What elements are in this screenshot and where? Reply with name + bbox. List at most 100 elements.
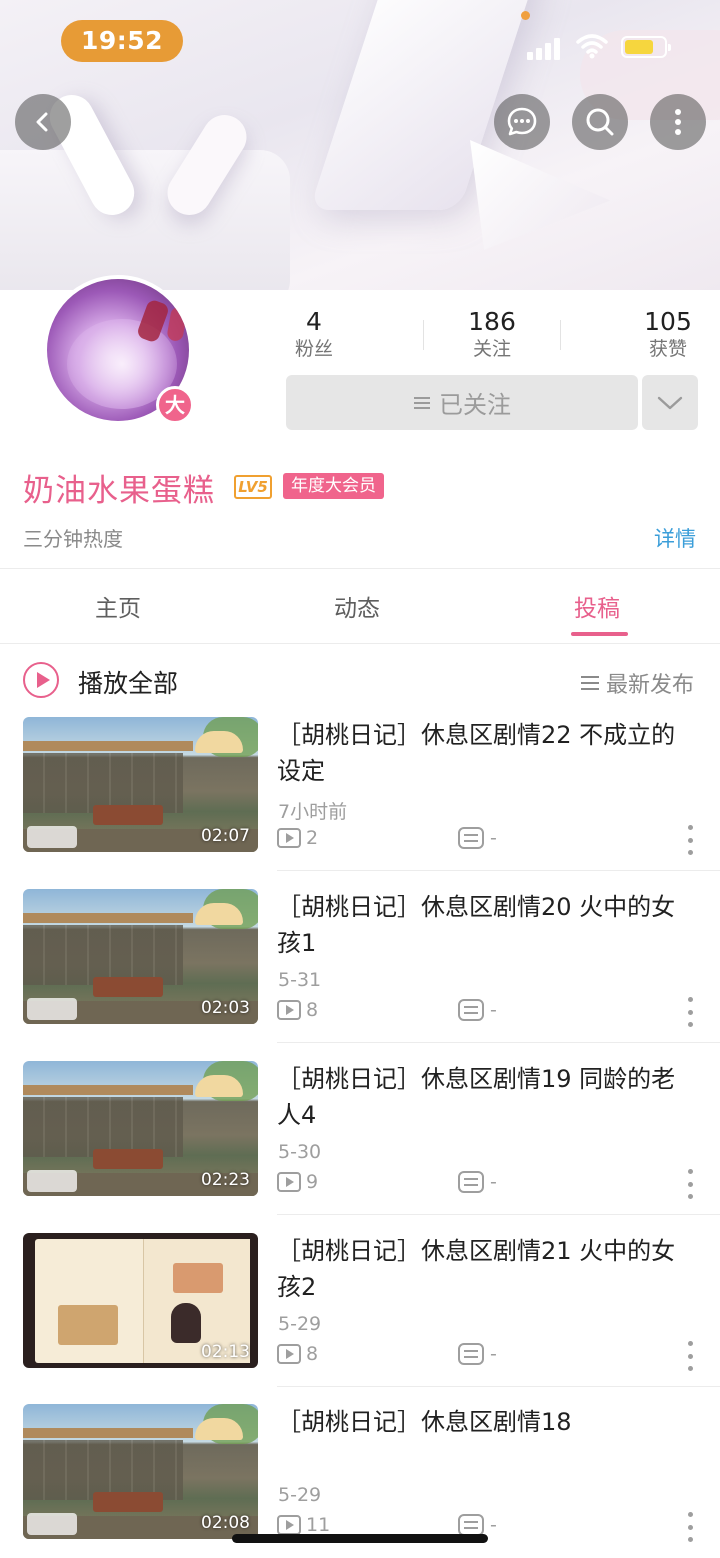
play-count-icon	[277, 1344, 301, 1364]
search-icon	[586, 108, 614, 136]
level-badge: LV5	[234, 475, 272, 499]
play-count: 11	[277, 1514, 330, 1536]
sort-button[interactable]: 最新发布	[580, 667, 694, 699]
stat-label: 关注	[472, 338, 511, 360]
play-count: 8	[277, 999, 318, 1021]
banner-play-shape	[470, 140, 610, 250]
battery-icon	[621, 36, 671, 58]
video-more-button[interactable]	[680, 1169, 700, 1199]
follow-dropdown-button[interactable]	[642, 375, 698, 430]
status-time: 19:52	[61, 20, 183, 62]
sort-label: 最新发布	[605, 673, 694, 698]
danmaku-icon	[458, 1171, 484, 1193]
video-more-button[interactable]	[680, 825, 700, 855]
video-title[interactable]: ［胡桃日记］休息区剧情20 火中的女孩1	[277, 889, 697, 961]
danmaku-count-value: -	[490, 1514, 497, 1536]
video-thumbnail[interactable]: 02:08	[23, 1404, 258, 1539]
video-date: 7小时前	[278, 801, 348, 823]
video-item[interactable]: 02:23 ［胡桃日记］休息区剧情19 同龄的老人4 5-30 9 -	[0, 1061, 720, 1233]
video-duration: 02:13	[201, 1342, 250, 1362]
chevron-down-icon	[657, 396, 683, 409]
play-count: 9	[277, 1171, 318, 1193]
danmaku-icon	[458, 999, 484, 1021]
video-title[interactable]: ［胡桃日记］休息区剧情19 同龄的老人4	[277, 1061, 697, 1133]
followed-button[interactable]: 已关注	[286, 375, 638, 430]
stat-value: 105	[644, 307, 692, 336]
play-count-icon	[277, 828, 301, 848]
video-date: 5-29	[278, 1484, 322, 1506]
back-arrow-icon	[36, 112, 48, 132]
video-item[interactable]: 02:07 ［胡桃日记］休息区剧情22 不成立的设定 7小时前 2 -	[0, 717, 720, 889]
video-date: 5-29	[278, 1313, 322, 1335]
play-all-button[interactable]: 播放全部	[78, 664, 178, 700]
danmaku-count-value: -	[490, 1343, 497, 1365]
danmaku-count: -	[458, 1171, 497, 1193]
menu-lines-icon	[414, 396, 430, 409]
vip-avatar-badge: 大	[156, 386, 194, 424]
danmaku-icon	[458, 1343, 484, 1365]
danmaku-icon	[458, 1514, 484, 1536]
vip-tag[interactable]: 年度大会员	[283, 473, 384, 499]
sort-lines-icon	[580, 676, 599, 690]
play-count-value: 8	[306, 1343, 319, 1365]
cellular-signal-icon	[527, 36, 563, 60]
play-count-icon	[277, 1000, 301, 1020]
chat-bubble-icon	[507, 107, 537, 136]
bio-text: 三分钟热度	[23, 527, 123, 551]
danmaku-count-value: -	[490, 827, 497, 849]
video-thumbnail[interactable]: 02:13	[23, 1233, 258, 1368]
video-title[interactable]: ［胡桃日记］休息区剧情21 火中的女孩2	[277, 1233, 697, 1305]
profile-stats: 4 粉丝 186 关注 105 获赞	[255, 308, 715, 364]
play-count-value: 2	[306, 827, 319, 849]
divider	[0, 643, 720, 644]
video-thumbnail[interactable]: 02:03	[23, 889, 258, 1024]
danmaku-count: -	[458, 1514, 497, 1536]
stat-following[interactable]: 186 关注	[453, 308, 531, 362]
video-title[interactable]: ［胡桃日记］休息区剧情22 不成立的设定	[277, 717, 697, 789]
back-button[interactable]	[15, 94, 71, 150]
danmaku-count-value: -	[490, 1171, 497, 1193]
more-vertical-icon	[675, 109, 681, 135]
video-more-button[interactable]	[680, 1341, 700, 1371]
divider	[0, 568, 720, 569]
divider	[277, 1214, 720, 1215]
home-indicator	[232, 1534, 488, 1543]
video-duration: 02:08	[201, 1513, 250, 1533]
play-count-icon	[277, 1515, 301, 1535]
play-count-value: 8	[306, 999, 319, 1021]
divider	[277, 870, 720, 871]
danmaku-icon	[458, 827, 484, 849]
stat-fans[interactable]: 4 粉丝	[275, 308, 353, 362]
search-button[interactable]	[572, 94, 628, 150]
wifi-icon	[576, 34, 608, 59]
video-item[interactable]: 02:13 ［胡桃日记］休息区剧情21 火中的女孩2 5-29 8 -	[0, 1233, 720, 1405]
video-thumbnail[interactable]: 02:23	[23, 1061, 258, 1196]
video-thumbnail[interactable]: 02:07	[23, 717, 258, 852]
play-all-icon[interactable]	[23, 662, 59, 698]
video-more-button[interactable]	[680, 997, 700, 1027]
tab-uploads[interactable]: 投稿	[574, 589, 620, 623]
followed-label: 已关注	[439, 391, 511, 419]
video-duration: 02:07	[201, 826, 250, 846]
details-link[interactable]: 详情	[654, 523, 696, 553]
video-duration: 02:03	[201, 998, 250, 1018]
video-item[interactable]: 02:03 ［胡桃日记］休息区剧情20 火中的女孩1 5-31 8 -	[0, 889, 720, 1061]
stat-value: 4	[306, 307, 322, 336]
divider	[560, 320, 561, 350]
stat-likes[interactable]: 105 获赞	[629, 308, 707, 362]
play-count-value: 11	[306, 1514, 331, 1536]
stat-label: 粉丝	[294, 338, 333, 360]
message-button[interactable]	[494, 94, 550, 150]
tab-home[interactable]: 主页	[95, 589, 141, 623]
video-more-button[interactable]	[680, 1512, 700, 1542]
play-count: 2	[277, 827, 318, 849]
danmaku-count: -	[458, 1343, 497, 1365]
banner-shape	[0, 150, 290, 290]
danmaku-count-value: -	[490, 999, 497, 1021]
more-options-button[interactable]	[650, 94, 706, 150]
tab-dynamics[interactable]: 动态	[334, 589, 380, 623]
stat-value: 186	[468, 307, 516, 336]
play-count-icon	[277, 1172, 301, 1192]
stat-label: 获赞	[648, 338, 687, 360]
video-title[interactable]: ［胡桃日记］休息区剧情18	[277, 1404, 697, 1440]
